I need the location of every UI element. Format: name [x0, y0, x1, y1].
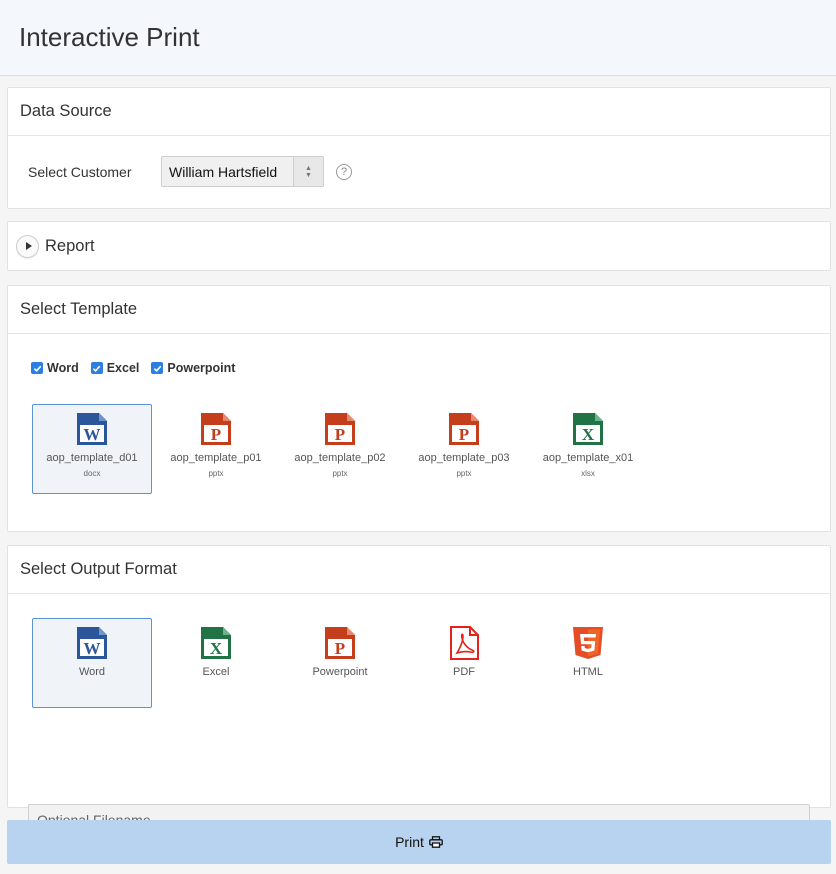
- report-expand-button[interactable]: [16, 234, 39, 258]
- svg-text:P: P: [335, 639, 345, 658]
- format-label: PDF: [453, 666, 475, 678]
- help-icon[interactable]: ?: [336, 164, 352, 180]
- template-name: aop_template_d01: [46, 452, 138, 464]
- template-ext: pptx: [332, 469, 348, 478]
- filter-word[interactable]: Word: [31, 361, 79, 375]
- template-card[interactable]: P aop_template_p02 pptx: [280, 404, 400, 494]
- filter-excel[interactable]: Excel: [90, 361, 140, 375]
- template-ext: docx: [83, 469, 101, 478]
- template-list: W aop_template_d01 docx P aop_template_p…: [32, 404, 648, 494]
- format-label: HTML: [573, 666, 603, 678]
- page-title: Interactive Print: [19, 22, 200, 52]
- template-ext: xlsx: [581, 469, 595, 478]
- template-name: aop_template_x01: [542, 452, 634, 464]
- template-card[interactable]: W aop_template_d01 docx: [32, 404, 152, 494]
- template-ext: pptx: [208, 469, 224, 478]
- checkbox-checked-icon[interactable]: [31, 362, 43, 374]
- excel-icon: X: [573, 413, 603, 445]
- powerpoint-icon: P: [449, 413, 479, 445]
- template-name: aop_template_p02: [294, 452, 386, 464]
- pdf-icon: [450, 626, 479, 660]
- print-button[interactable]: Print: [7, 820, 831, 864]
- report-title[interactable]: Report: [45, 237, 95, 256]
- printer-icon: [429, 836, 443, 848]
- format-label: Powerpoint: [312, 666, 368, 678]
- svg-text:X: X: [582, 425, 595, 444]
- select-template-header: Select Template: [8, 286, 830, 334]
- filter-excel-label: Excel: [106, 361, 140, 375]
- template-card[interactable]: P aop_template_p01 pptx: [156, 404, 276, 494]
- page-header: Interactive Print: [0, 0, 836, 76]
- format-list: W Word X Excel P Powerpoint PDF HTML: [32, 618, 648, 708]
- template-card[interactable]: P aop_template_p03 pptx: [404, 404, 524, 494]
- svg-text:W: W: [84, 639, 101, 658]
- customer-select-value: William Hartsfield: [169, 163, 278, 180]
- print-button-label: Print: [395, 834, 424, 850]
- customer-label: Select Customer: [28, 164, 132, 180]
- chevron-up-down-icon: ▲ ▼: [293, 157, 323, 186]
- format-card-word[interactable]: W Word: [32, 618, 152, 708]
- template-name: aop_template_p01: [170, 452, 262, 464]
- format-card-pdf[interactable]: PDF: [404, 618, 524, 708]
- output-format-region: Select Output Format W Word X Excel P Po…: [7, 545, 831, 836]
- svg-text:P: P: [211, 425, 221, 444]
- format-label: Word: [78, 666, 106, 678]
- excel-icon: X: [201, 627, 231, 659]
- checkbox-checked-icon[interactable]: [90, 362, 103, 374]
- format-card-html[interactable]: HTML: [528, 618, 648, 708]
- format-card-powerpoint[interactable]: P Powerpoint: [280, 618, 400, 708]
- word-icon: W: [77, 413, 107, 445]
- powerpoint-icon: P: [325, 413, 355, 445]
- customer-select[interactable]: William Hartsfield ▲ ▼: [161, 156, 324, 187]
- powerpoint-icon: P: [325, 627, 355, 659]
- data-source-header: Data Source: [8, 88, 830, 136]
- powerpoint-icon: P: [201, 413, 231, 445]
- filter-word-label: Word: [47, 361, 79, 375]
- template-card[interactable]: X aop_template_x01 xlsx: [528, 404, 648, 494]
- svg-text:P: P: [459, 425, 469, 444]
- svg-text:P: P: [335, 425, 345, 444]
- template-name: aop_template_p03: [418, 452, 510, 464]
- svg-text:W: W: [84, 425, 101, 444]
- template-ext: pptx: [456, 469, 472, 478]
- filter-powerpoint-label: Powerpoint: [167, 361, 236, 375]
- play-triangle-icon: [25, 242, 32, 250]
- report-region: Report: [7, 221, 831, 271]
- format-card-excel[interactable]: X Excel: [156, 618, 276, 708]
- filter-powerpoint[interactable]: Powerpoint: [151, 361, 235, 375]
- html5-icon: [573, 627, 603, 659]
- select-template-region: Select Template Word Excel Powerpoint W …: [7, 285, 831, 532]
- data-source-region: Data Source Select Customer William Hart…: [7, 87, 831, 209]
- svg-text:X: X: [210, 639, 223, 658]
- word-icon: W: [77, 627, 107, 659]
- format-label: Excel: [202, 666, 230, 678]
- output-format-header: Select Output Format: [8, 546, 830, 594]
- checkbox-checked-icon[interactable]: [151, 362, 164, 374]
- template-filter-group: Word Excel Powerpoint: [31, 361, 235, 375]
